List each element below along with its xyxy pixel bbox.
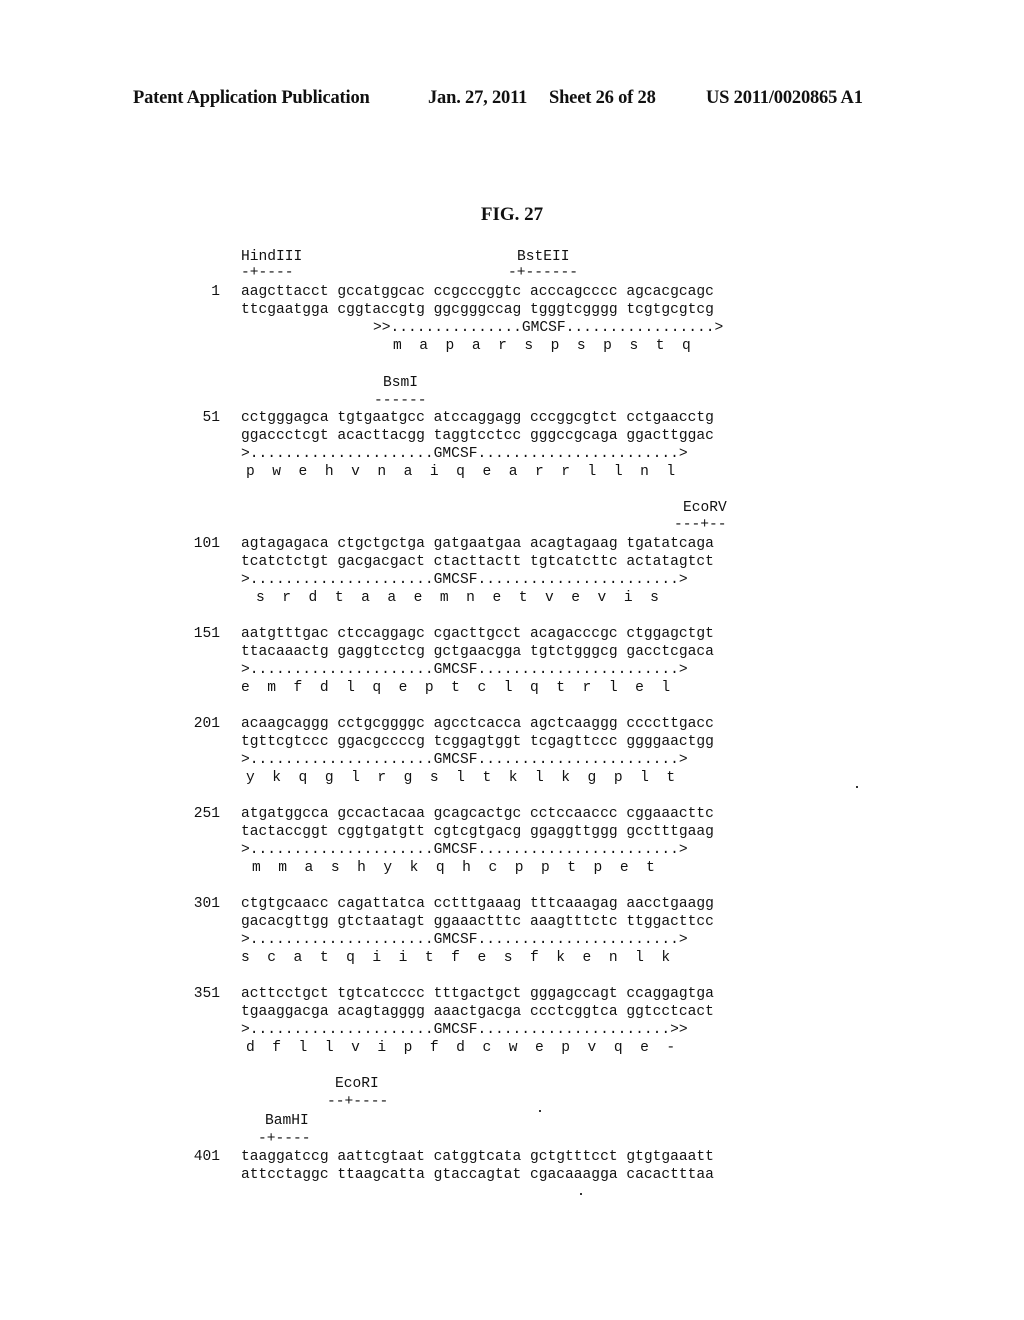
translation: s c a t q i i t f e s f k e n l k [241, 950, 671, 966]
translation: p w e h v n a i q e a r r l l n l [246, 464, 676, 480]
top-strand: taaggatccg aattcgtaat catggtcata gctgttt… [241, 1149, 714, 1165]
bottom-strand: ttcgaatgga cggtaccgtg ggcgggccag tgggtcg… [241, 302, 714, 318]
publication-label: Patent Application Publication [133, 88, 370, 108]
position-number: 201 [193, 716, 220, 732]
top-strand: agtagagaca ctgctgctga gatgaatgaa acagtag… [241, 536, 714, 552]
translation: m m a s h y k q h c p p t p e t [252, 860, 655, 876]
publication-number: US 2011/0020865 A1 [706, 88, 863, 108]
translation: y k q g l r g s l t k l k g p l t [246, 770, 676, 786]
bottom-strand: tcatctctgt gacgacgact ctacttactt tgtcatc… [241, 554, 714, 570]
feature-annotation: >.....................GMCSF.............… [241, 842, 688, 858]
site-label-bamhi: BamHI [265, 1113, 309, 1129]
feature-annotation: >.....................GMCSF.............… [241, 446, 688, 462]
bottom-strand: tactaccggt cggtgatgtt cgtcgtgacg ggaggtt… [241, 824, 714, 840]
bottom-strand: tgttcgtccc ggacgccccg tcggagtggt tcgagtt… [241, 734, 714, 750]
feature-annotation: >.....................GMCSF.............… [241, 932, 688, 948]
translation: s r d t a a e m n e t v e v i s [256, 590, 659, 606]
bottom-strand: attcctaggc ttaagcatta gtaccagtat cgacaaa… [241, 1167, 714, 1183]
top-strand: aagcttacct gccatggcac ccgcccggtc acccagc… [241, 284, 714, 300]
site-label-ecorv: EcoRV [683, 500, 727, 516]
position-number: 151 [193, 626, 220, 642]
feature-annotation: >.....................GMCSF.............… [241, 662, 688, 678]
position-number: 101 [193, 536, 220, 552]
translation: d f l l v i p f d c w e p v q e - [246, 1040, 676, 1056]
figure-title: FIG. 27 [480, 204, 544, 225]
position-number: 51 [202, 410, 220, 426]
site-label-ecori: EcoRI [335, 1076, 379, 1092]
feature-annotation: >.....................GMCSF.............… [241, 572, 688, 588]
site-marker-ecori: --+---- [327, 1094, 389, 1110]
sheet-number: Sheet 26 of 28 [549, 88, 656, 108]
scan-speck [539, 1110, 541, 1112]
position-number: 301 [193, 896, 220, 912]
scan-speck [580, 1193, 582, 1195]
publication-date: Jan. 27, 2011 [428, 88, 528, 108]
bottom-strand: ggaccctcgt acacttacgg taggtcctcc gggccgc… [241, 428, 714, 444]
feature-annotation: >>...............GMCSF.................> [373, 320, 724, 336]
position-number: 401 [193, 1149, 220, 1165]
top-strand: aatgtttgac ctccaggagc cgacttgcct acagacc… [241, 626, 714, 642]
bottom-strand: ttacaaactg gaggtcctcg gctgaacgga tgtctgg… [241, 644, 714, 660]
feature-annotation: >.....................GMCSF.............… [241, 752, 688, 768]
feature-annotation: >.....................GMCSF.............… [241, 1022, 688, 1038]
translation: m a p a r s p s p s t q [393, 338, 691, 354]
top-strand: atgatggcca gccactacaa gcagcactgc cctccaa… [241, 806, 714, 822]
position-number: 351 [193, 986, 220, 1002]
site-marker-bsteii: -+------ [508, 265, 579, 281]
scan-speck [856, 786, 858, 788]
bottom-strand: tgaaggacga acagtagggg aaactgacga ccctcgg… [241, 1004, 714, 1020]
top-strand: ctgtgcaacc cagattatca cctttgaaag tttcaaa… [241, 896, 714, 912]
site-marker-bamhi: -+---- [258, 1131, 311, 1147]
top-strand: acaagcaggg cctgcggggc agcctcacca agctcaa… [241, 716, 714, 732]
position-number: 251 [193, 806, 220, 822]
bottom-strand: gacacgttgg gtctaatagt ggaaactttc aaagttt… [241, 914, 714, 930]
site-marker-hindiii: -+---- [241, 265, 294, 281]
site-label-bsmi: BsmI [383, 375, 419, 391]
translation: e m f d l q e p t c l q t r l e l [241, 680, 671, 696]
top-strand: acttcctgct tgtcatcccc tttgactgct gggagcc… [241, 986, 714, 1002]
position-number: 1 [211, 284, 220, 300]
site-marker-bsmi: ------ [374, 393, 427, 409]
top-strand: cctgggagca tgtgaatgcc atccaggagg cccggcg… [241, 410, 714, 426]
site-marker-ecorv: ---+-- [674, 517, 727, 533]
